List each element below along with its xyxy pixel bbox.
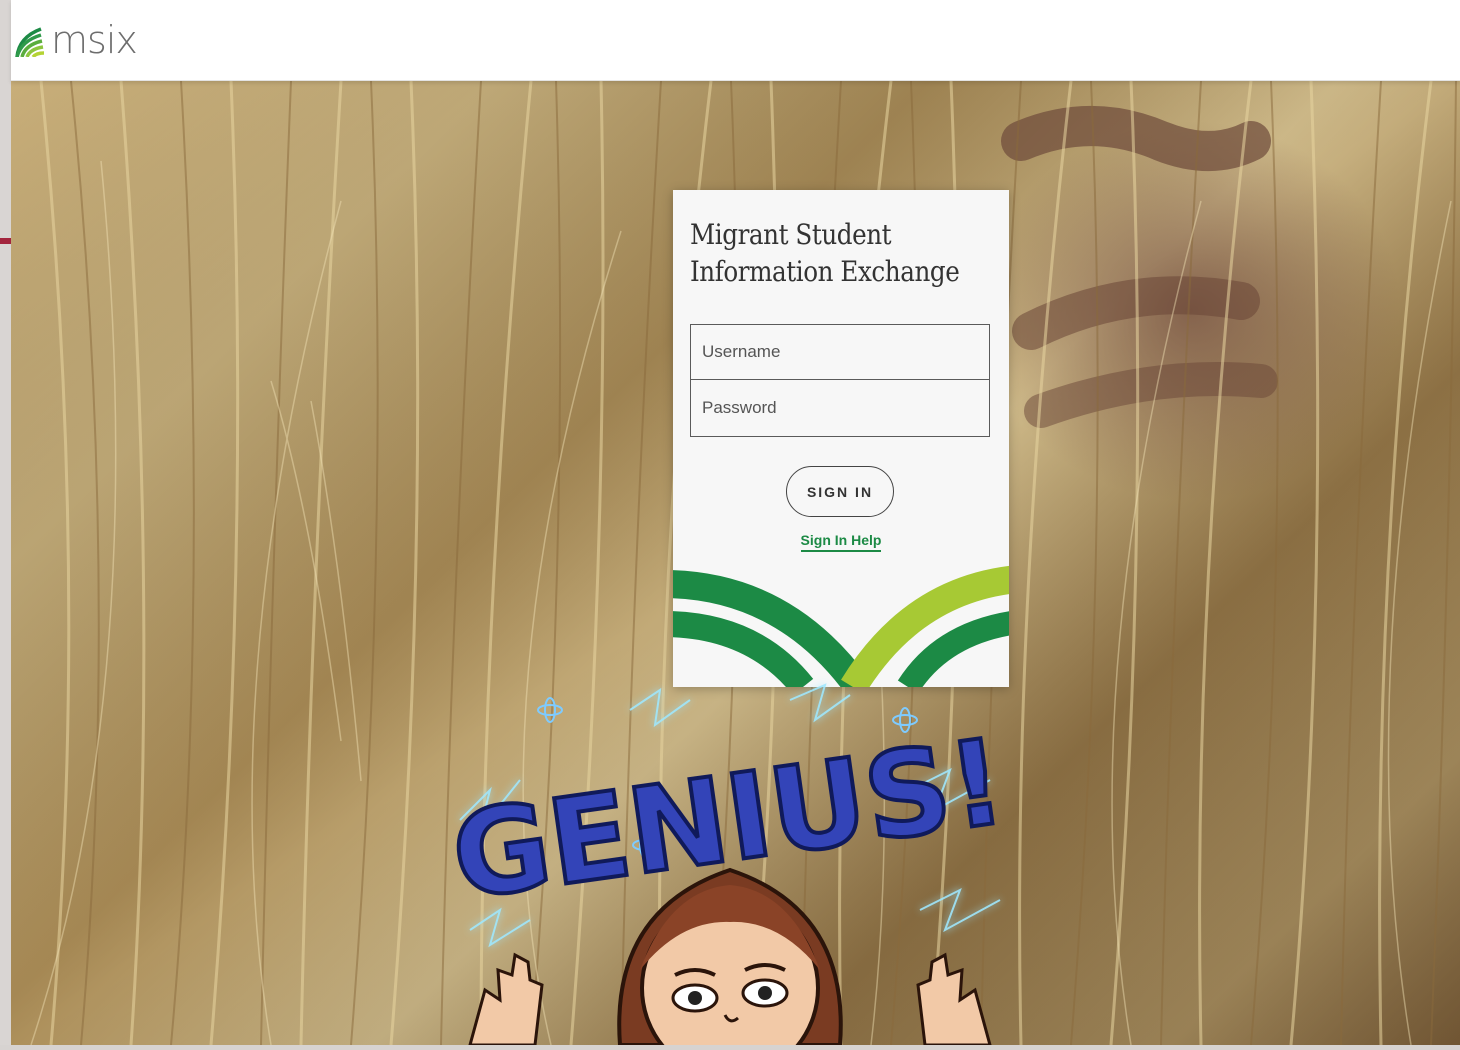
sign-in-help-label: Sign In Help xyxy=(800,532,882,552)
card-title-line1: Migrant Student xyxy=(690,218,892,251)
login-card: Migrant Student Information Exchange SIG… xyxy=(673,190,1009,687)
username-input[interactable] xyxy=(691,325,989,379)
msix-logo-icon xyxy=(15,27,45,57)
card-title-line2: Information Exchange xyxy=(690,255,960,288)
genius-bitmoji-sticker: GENIUS! xyxy=(430,670,1030,1050)
logo-wordmark: msix xyxy=(51,18,138,62)
username-field-box xyxy=(690,324,990,380)
card-decorative-arcs xyxy=(673,566,1009,687)
password-input[interactable] xyxy=(691,380,989,436)
top-header: msix xyxy=(11,0,1460,81)
msix-logo[interactable]: msix xyxy=(15,18,138,62)
sign-in-button[interactable]: SIGN IN xyxy=(786,466,894,517)
slide-side-strip xyxy=(0,0,11,1045)
slide-accent-bar xyxy=(0,238,11,244)
card-title: Migrant Student Information Exchange xyxy=(690,216,960,290)
sign-in-help-link[interactable]: Sign In Help xyxy=(673,532,1009,552)
password-field-box xyxy=(690,380,990,437)
